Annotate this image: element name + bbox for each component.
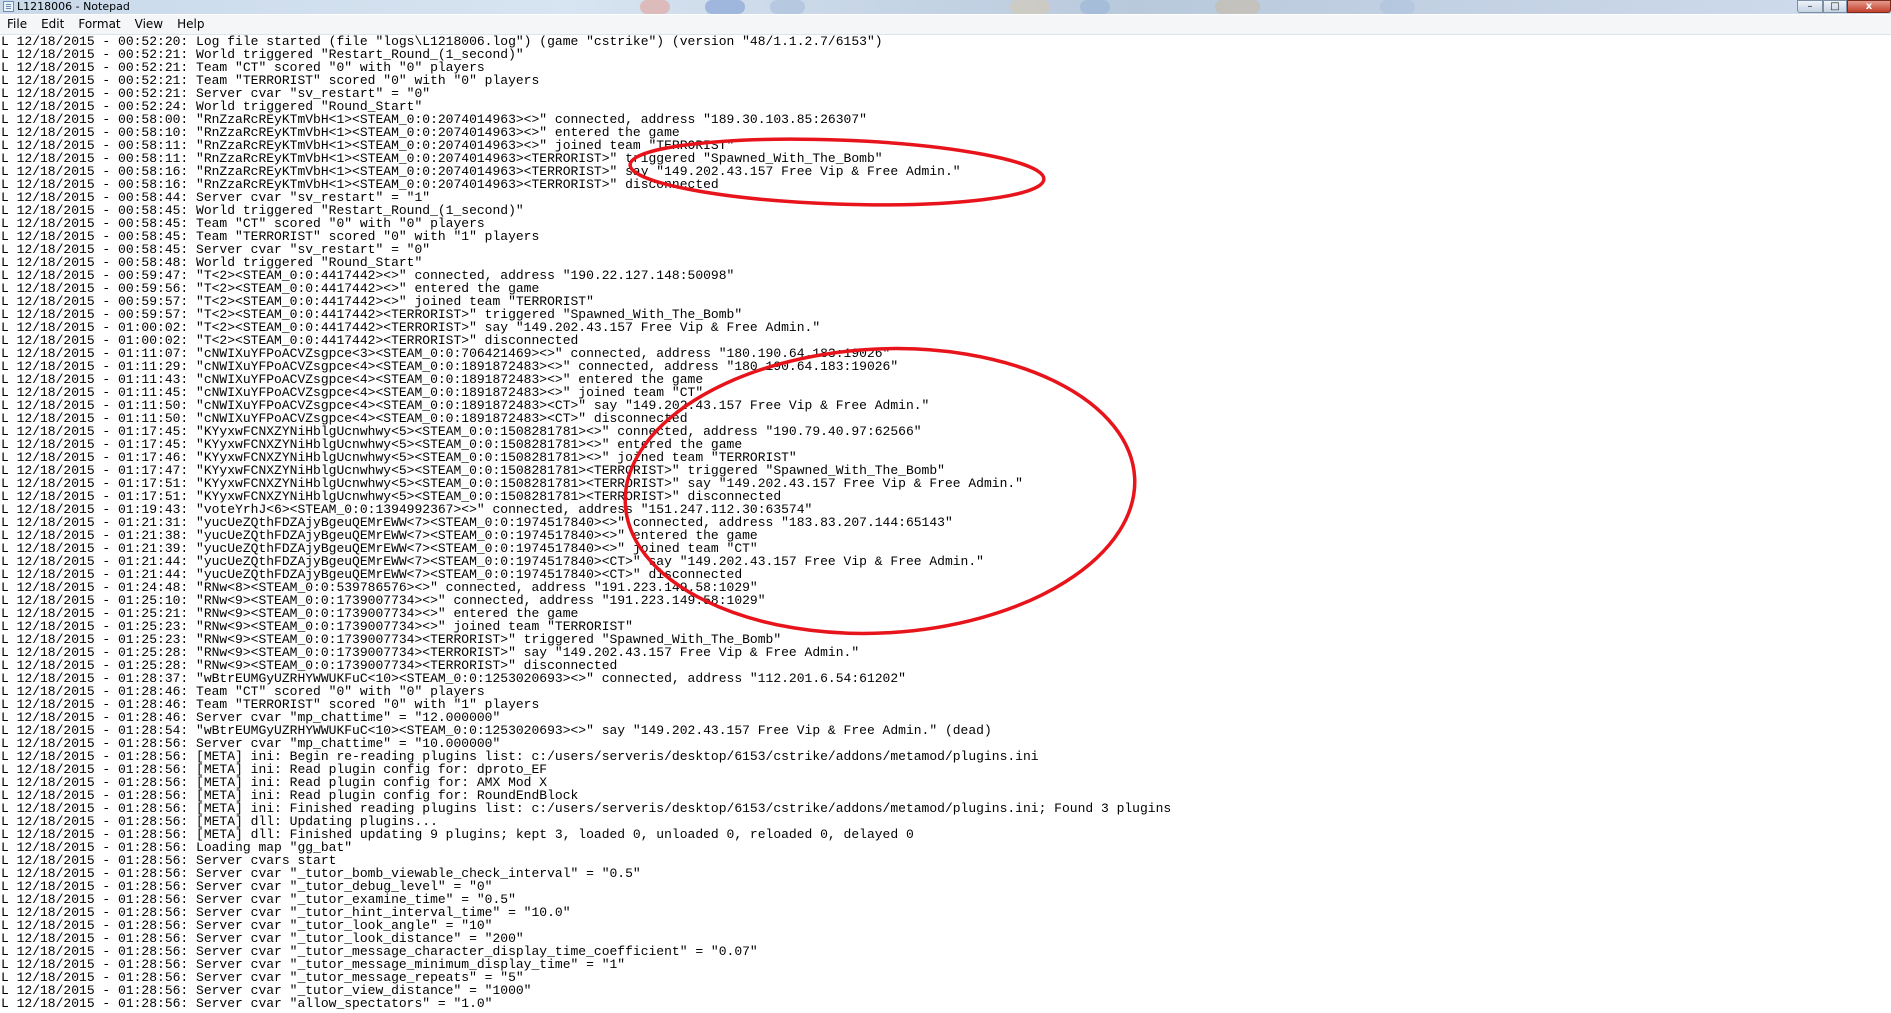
log-line: L 12/18/2015 - 01:28:56: Server cvar "al… [1, 996, 493, 1011]
window-title: L1218006 - Notepad [17, 0, 130, 13]
menu-file[interactable]: File [0, 15, 34, 34]
menu-bar: File Edit Format View Help [0, 15, 1891, 35]
taskbar-blur-decoration [640, 0, 670, 14]
taskbar-blur-decoration [1215, 0, 1260, 14]
notepad-window: L1218006 - Notepad – □ x File Edit Forma… [0, 0, 1891, 1013]
menu-edit[interactable]: Edit [34, 15, 71, 34]
window-controls: – □ x [1797, 0, 1891, 13]
maximize-button[interactable]: □ [1823, 0, 1847, 13]
menu-help[interactable]: Help [170, 15, 211, 34]
taskbar-blur-decoration [770, 0, 805, 14]
text-editor-area[interactable]: L 12/18/2015 - 00:52:20: Log file starte… [0, 35, 1891, 1013]
minimize-button[interactable]: – [1797, 0, 1823, 13]
title-bar[interactable]: L1218006 - Notepad – □ x [0, 0, 1891, 14]
taskbar-blur-decoration [1080, 0, 1110, 14]
close-button[interactable]: x [1847, 0, 1891, 13]
taskbar-blur-decoration [1380, 0, 1415, 14]
menu-view[interactable]: View [128, 15, 170, 34]
taskbar-blur-decoration [705, 0, 745, 14]
notepad-icon [3, 1, 14, 12]
taskbar-blur-decoration [1010, 0, 1050, 14]
menu-format[interactable]: Format [71, 15, 127, 34]
